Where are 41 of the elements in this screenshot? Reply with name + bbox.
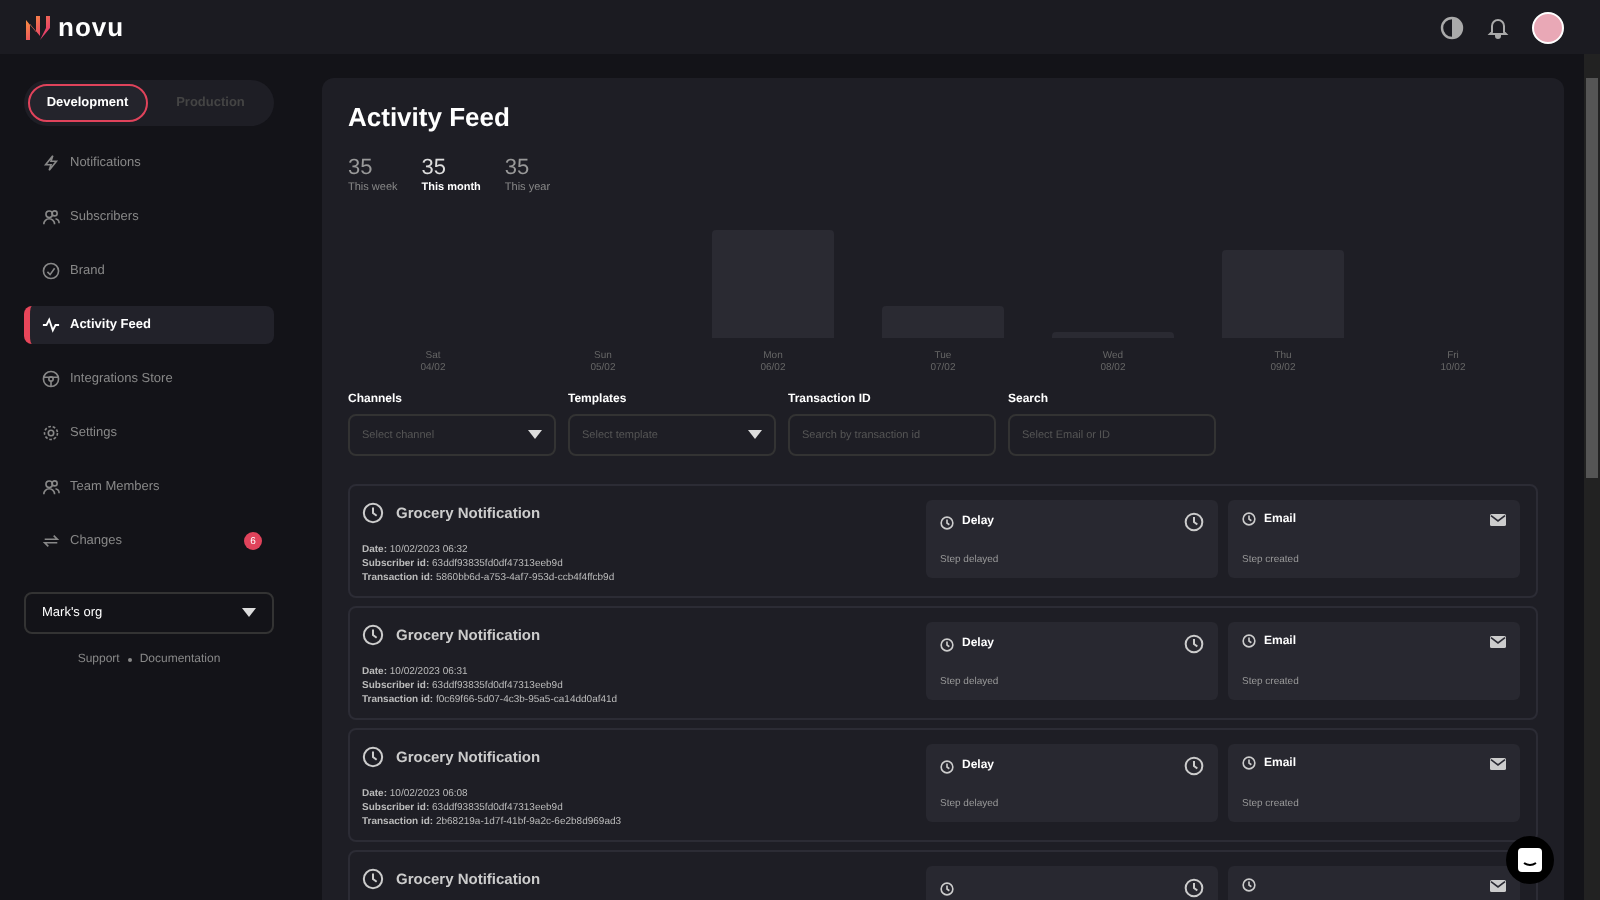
users-icon <box>42 208 60 226</box>
chat-button[interactable] <box>1506 836 1554 884</box>
envelope-icon <box>1490 757 1506 769</box>
separator-dot <box>127 658 132 662</box>
caret-icon <box>748 430 762 440</box>
swap-arrows-icon <box>42 532 60 550</box>
logo-icon <box>24 13 52 41</box>
clock-icon <box>940 515 954 529</box>
notification-bell-icon[interactable] <box>1486 15 1510 39</box>
clock-icon <box>362 868 384 890</box>
pulse-icon <box>42 316 60 334</box>
clock-icon <box>1184 878 1204 898</box>
clock-icon <box>362 502 384 524</box>
clock-icon <box>1184 512 1204 532</box>
clock-icon <box>1184 756 1204 776</box>
clock-icon <box>362 624 384 646</box>
clock-icon <box>940 759 954 773</box>
brand-name: novu <box>58 12 125 42</box>
clock-icon <box>1242 634 1256 648</box>
clock-icon <box>1242 756 1256 770</box>
envelope-icon <box>1490 879 1506 891</box>
caret-icon <box>242 608 256 618</box>
chat-icon <box>1516 846 1544 874</box>
user-avatar[interactable] <box>1532 11 1564 43</box>
check-circle-icon <box>42 262 60 280</box>
page-title: Activity Feed <box>348 102 512 132</box>
envelope-icon <box>1490 513 1506 525</box>
clock-icon <box>1242 878 1256 892</box>
wheel-icon <box>42 370 60 388</box>
lightning-icon <box>42 154 60 172</box>
users-icon <box>42 478 60 496</box>
settings-icon <box>42 424 60 442</box>
theme-toggle-icon[interactable] <box>1440 15 1464 39</box>
caret-icon <box>528 430 542 440</box>
clock-icon <box>940 637 954 651</box>
clock-icon <box>940 881 954 895</box>
envelope-icon <box>1490 635 1506 647</box>
scrollbar[interactable] <box>1584 54 1600 900</box>
clock-icon <box>362 746 384 768</box>
clock-icon <box>1242 512 1256 526</box>
clock-icon <box>1184 634 1204 654</box>
